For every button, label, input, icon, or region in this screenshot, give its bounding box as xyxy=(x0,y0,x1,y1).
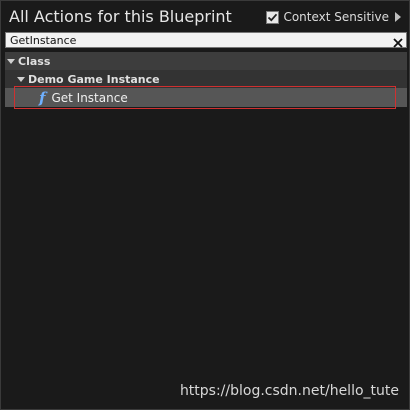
item-label: Get Instance xyxy=(51,90,128,105)
tree-category-class[interactable]: Class xyxy=(5,52,407,70)
action-menu-panel: All Actions for this Blueprint Context S… xyxy=(0,0,410,410)
category-label: Class xyxy=(18,54,51,68)
tree-item-get-instance[interactable]: f Get Instance xyxy=(5,88,407,107)
context-sensitive-label: Context Sensitive xyxy=(283,10,389,24)
clear-search-icon[interactable] xyxy=(392,34,404,48)
search-input-value[interactable]: GetInstance xyxy=(10,34,76,47)
chevron-right-icon[interactable] xyxy=(395,12,401,22)
tree-subcategory-demo-game-instance[interactable]: Demo Game Instance xyxy=(5,70,407,88)
action-menu-header: All Actions for this Blueprint Context S… xyxy=(1,1,409,31)
panel-title: All Actions for this Blueprint xyxy=(9,7,232,26)
subcategory-label: Demo Game Instance xyxy=(28,72,160,86)
function-icon: f xyxy=(39,88,46,107)
expand-arrow-icon[interactable] xyxy=(17,76,25,82)
context-sensitive-toggle[interactable]: Context Sensitive xyxy=(266,9,401,25)
search-field[interactable]: GetInstance xyxy=(5,32,407,48)
action-tree: Class Demo Game Instance f Get Instance xyxy=(5,49,407,409)
watermark-text: https://blog.csdn.net/hello_tute xyxy=(179,383,399,399)
expand-arrow-icon[interactable] xyxy=(7,58,15,64)
checkbox-checked-icon[interactable] xyxy=(266,10,280,24)
